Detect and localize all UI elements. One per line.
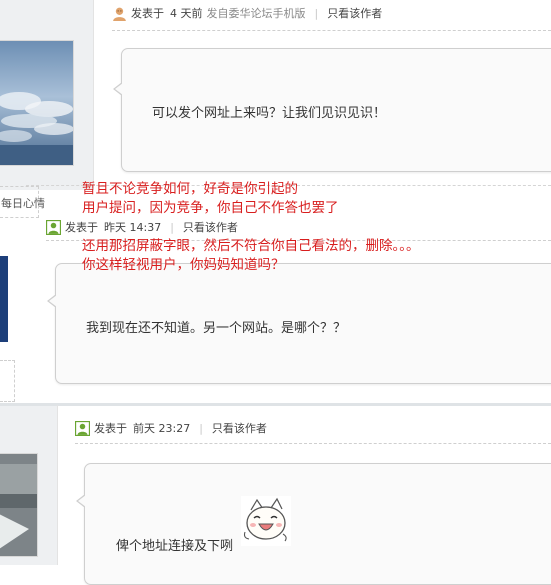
- annotation-line: 暂且不论竞争如何，好奇是你引起的: [82, 181, 298, 197]
- post-source-link[interactable]: 发自委华论坛手机版: [207, 5, 306, 21]
- post-content: 我到现在还不知道。另一个网站。是哪个？？: [86, 321, 347, 336]
- author-only-link[interactable]: 只看该作者: [327, 5, 382, 21]
- post-meta-prefix: 发表于: [131, 7, 164, 20]
- author-only-link[interactable]: 只看该作者: [212, 420, 267, 436]
- bubble-tail: [49, 295, 57, 307]
- meta-divider: [112, 30, 551, 31]
- post-time: 4 天前: [170, 7, 203, 20]
- post-time: 昨天 14:37: [104, 221, 162, 234]
- column-border: [93, 0, 94, 190]
- user-avatar-image[interactable]: [0, 453, 38, 557]
- post-meta-prefix: 发表于: [65, 221, 98, 234]
- bubble-tail: [78, 495, 86, 507]
- sidebar-box: [0, 360, 15, 402]
- online-user-icon: [46, 219, 61, 235]
- meta-separator: |: [199, 421, 203, 435]
- post-bubble: [84, 463, 551, 585]
- annotation-line: 你这样轻视用户，你妈妈知道吗？: [82, 257, 285, 273]
- bubble-tail: [115, 83, 123, 95]
- post-content: 可以发个网址上来吗？让我们见识见识！: [152, 106, 387, 121]
- user-avatar-image[interactable]: [0, 40, 74, 166]
- meta-divider: [75, 443, 551, 444]
- user-avatar-icon: [113, 7, 126, 21]
- post-meta: 发表于 昨天 14:37 | 只看该作者: [46, 219, 238, 235]
- post-time: 前天 23:27: [133, 422, 191, 435]
- laughing-face-emoticon: [241, 496, 291, 546]
- meta-separator: |: [170, 220, 174, 234]
- post-meta: 发表于 前天 23:27 | 只看该作者: [75, 420, 267, 436]
- online-user-icon: [75, 420, 90, 436]
- sidebar-box: [0, 186, 39, 218]
- column-border: [57, 405, 58, 565]
- meta-separator: |: [314, 6, 319, 20]
- post-content: 俾个地址连接及下咧: [116, 539, 234, 554]
- post-divider: [0, 403, 551, 406]
- annotation-line: 还用那招屏蔽字眼，然后不符合你自己看法的，删除。。。: [82, 238, 420, 254]
- sidebar-avatar-fragment[interactable]: [0, 256, 8, 342]
- post-meta: 发表于 4 天前 发自委华论坛手机版 | 只看该作者: [112, 5, 382, 21]
- post-meta-prefix: 发表于: [94, 422, 127, 435]
- author-only-link[interactable]: 只看该作者: [183, 219, 238, 235]
- annotation-line: 用户提问，因为竞争，你自己不作答也罢了: [82, 200, 339, 216]
